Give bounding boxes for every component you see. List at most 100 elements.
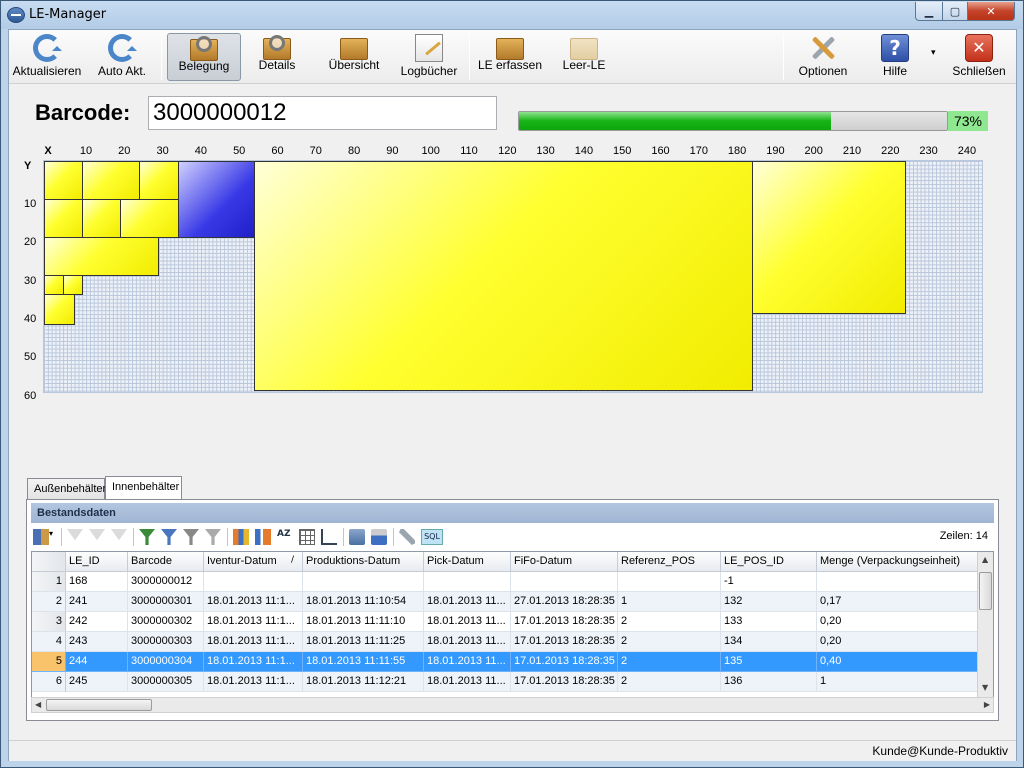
table-cell[interactable]	[511, 572, 618, 592]
table-row[interactable]: 1 168 3000000012 -1	[32, 572, 979, 592]
table-cell[interactable]: -1	[721, 572, 817, 592]
container-cell[interactable]	[44, 161, 83, 200]
leer-le-button[interactable]: Leer-LE	[555, 33, 613, 81]
filter-remove-icon[interactable]	[111, 529, 127, 541]
table-cell[interactable]: 245	[66, 672, 128, 692]
table-cell[interactable]: 3000000302	[128, 612, 204, 632]
database-icon[interactable]	[349, 529, 365, 545]
occupancy-grid[interactable]	[43, 160, 983, 393]
table-cell[interactable]: 17.01.2013 18:28:35	[511, 672, 618, 692]
sort-az-icon[interactable]: AZ	[277, 529, 293, 545]
table-row[interactable]: 2 241 3000000301 18.01.2013 11:1... 18.01.20…	[32, 592, 979, 612]
table-cell[interactable]: 18.01.2013 11...	[424, 672, 511, 692]
container-cell[interactable]	[82, 161, 140, 200]
table-cell[interactable]: 135	[721, 652, 817, 672]
row-number[interactable]: 6	[32, 672, 66, 692]
table-cell[interactable]: 134	[721, 632, 817, 652]
table-cell[interactable]: 18.01.2013 11:1...	[204, 592, 303, 612]
container-cell[interactable]	[44, 294, 75, 325]
table-cell[interactable]	[618, 572, 721, 592]
vertical-scrollbar[interactable]: ▲ ▼	[977, 552, 993, 697]
print-icon[interactable]	[371, 529, 387, 545]
column-header[interactable]: LE_POS_ID	[721, 552, 817, 572]
table-cell[interactable]: 133	[721, 612, 817, 632]
funnel-gray-icon[interactable]	[183, 529, 199, 545]
scroll-up-icon[interactable]: ▲	[982, 555, 988, 564]
table-cell[interactable]: 18.01.2013 11...	[424, 632, 511, 652]
table-cell[interactable]: 241	[66, 592, 128, 612]
row-number[interactable]: 3	[32, 612, 66, 632]
table-cell[interactable]: 3000000301	[128, 592, 204, 612]
table-cell[interactable]: 242	[66, 612, 128, 632]
maximize-button[interactable]: ▢	[942, 2, 968, 21]
tab-aussenbehaelter[interactable]: Außenbehälter	[27, 478, 106, 500]
table-cell[interactable]: 0,40	[817, 652, 979, 672]
horizontal-scroll-thumb[interactable]	[46, 699, 152, 711]
table-cell[interactable]: 2	[618, 672, 721, 692]
table-cell[interactable]: 136	[721, 672, 817, 692]
scroll-down-icon[interactable]: ▼	[982, 683, 988, 692]
table-row[interactable]: 4 243 3000000303 18.01.2013 11:1... 18.01.20…	[32, 632, 979, 652]
bestandsdaten-table[interactable]: LE_ID Barcode Iventur-Datum / Produktions-Da…	[31, 551, 994, 698]
table-cell[interactable]: 2	[618, 652, 721, 672]
column-header[interactable]: Referenz_POS	[618, 552, 721, 572]
optionen-button[interactable]: Optionen	[795, 33, 851, 81]
funnel-blue-icon[interactable]	[161, 529, 177, 545]
table-cell[interactable]: 27.01.2013 18:28:35	[511, 592, 618, 612]
container-cell[interactable]	[752, 161, 906, 314]
table-cell[interactable]: 168	[66, 572, 128, 592]
column-header[interactable]: LE_ID	[66, 552, 128, 572]
table-cell[interactable]: 18.01.2013 11:1...	[204, 632, 303, 652]
row-number[interactable]: 4	[32, 632, 66, 652]
table-cell[interactable]: 18.01.2013 11:1...	[204, 672, 303, 692]
title-bar[interactable]: LE-Manager ▁ ▢ ✕	[1, 1, 1023, 29]
scroll-right-icon[interactable]: ▶	[984, 700, 990, 709]
table-cell[interactable]: 3000000303	[128, 632, 204, 652]
table-row[interactable]: 3 242 3000000302 18.01.2013 11:1... 18.01.20…	[32, 612, 979, 632]
container-cell[interactable]	[44, 275, 64, 295]
row-number[interactable]: 2	[32, 592, 66, 612]
column-header[interactable]: Produktions-Datum	[303, 552, 424, 572]
column-header[interactable]: FiFo-Datum	[511, 552, 618, 572]
le-erfassen-button[interactable]: LE erfassen	[477, 33, 543, 81]
container-cell[interactable]	[139, 161, 179, 200]
hilfe-button[interactable]: ? Hilfe	[873, 33, 917, 81]
table-cell[interactable]: 18.01.2013 11...	[424, 612, 511, 632]
table-row[interactable]: 5 244 3000000304 18.01.2013 11:1... 18.01.20…	[32, 652, 979, 672]
table-cell[interactable]: 18.01.2013 11:12:21	[303, 672, 424, 692]
wrench-icon[interactable]	[399, 529, 415, 545]
container-cell[interactable]	[254, 161, 753, 391]
grid-lines-icon[interactable]	[299, 529, 315, 545]
selected-container-cell[interactable]	[178, 161, 255, 238]
funnel-green-icon[interactable]	[139, 529, 155, 545]
column-header[interactable]: Pick-Datum	[424, 552, 511, 572]
filter-icon[interactable]	[67, 529, 83, 541]
container-cell[interactable]	[82, 199, 121, 238]
table-cell[interactable]: 2	[618, 612, 721, 632]
table-cell[interactable]: 0,17	[817, 592, 979, 612]
row-number[interactable]: 5	[32, 652, 66, 672]
table-cell[interactable]: 18.01.2013 11...	[424, 592, 511, 612]
table-cell[interactable]: 0,20	[817, 612, 979, 632]
schliessen-button[interactable]: ✕ Schließen	[947, 33, 1011, 81]
close-window-button[interactable]: ✕	[967, 2, 1015, 21]
column-header[interactable]: Iventur-Datum	[204, 552, 303, 572]
table-cell[interactable]: 18.01.2013 11:1...	[204, 612, 303, 632]
container-cell[interactable]	[44, 237, 159, 276]
row-number[interactable]: 1	[32, 572, 66, 592]
columns-chooser-icon[interactable]	[33, 529, 49, 545]
table-cell[interactable]: 3000000012	[128, 572, 204, 592]
table-cell[interactable]: 18.01.2013 11...	[424, 652, 511, 672]
table-cell[interactable]: 243	[66, 632, 128, 652]
column-header[interactable]: Menge (Verpackungseinheit)	[817, 552, 979, 572]
table-cell[interactable]: 18.01.2013 11:11:10	[303, 612, 424, 632]
tab-innenbehaelter[interactable]: Innenbehälter	[105, 476, 182, 500]
table-cell[interactable]	[204, 572, 303, 592]
table-cell[interactable]: 3000000304	[128, 652, 204, 672]
table-cell[interactable]: 17.01.2013 18:28:35	[511, 612, 618, 632]
scroll-left-icon[interactable]: ◀	[35, 700, 41, 709]
table-cell[interactable]: 1	[817, 672, 979, 692]
sql-icon[interactable]: SQL	[421, 529, 443, 545]
table-row[interactable]: 6 245 3000000305 18.01.2013 11:1... 18.01.20…	[32, 672, 979, 692]
details-button[interactable]: Details	[249, 33, 305, 81]
